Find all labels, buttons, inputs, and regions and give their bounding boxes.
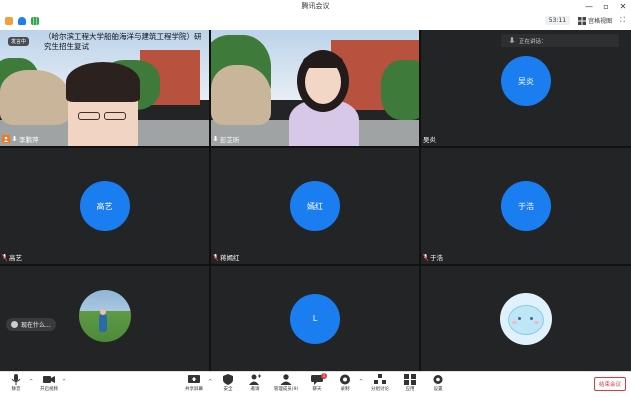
chat-preview-text: 现在什么... xyxy=(21,322,51,329)
apps-icon xyxy=(404,374,416,385)
security-button[interactable]: 安全 xyxy=(214,374,242,392)
video-feed xyxy=(211,30,419,146)
sender-avatar xyxy=(11,321,18,328)
start-video-button[interactable]: 开启视频 xyxy=(35,374,63,392)
meeting-header: 53:11 宫格视图 ⛶ xyxy=(0,14,631,30)
mute-button[interactable]: 静音 xyxy=(2,374,30,392)
record-options-chevron-icon[interactable]: ^ xyxy=(359,379,363,385)
avatar: 嫣红 xyxy=(290,181,340,231)
maximize-button[interactable]: ▫ xyxy=(602,0,610,14)
host-icon xyxy=(2,135,10,143)
talking-badge: 发言中 xyxy=(8,37,30,46)
video-options-chevron-icon[interactable]: ^ xyxy=(62,379,66,385)
participant-tile[interactable]: 发言中 （哈尔滨工程大学船舶海洋与建筑工程学院）研究生招生复试 李鹏萍 xyxy=(0,30,209,146)
view-mode-label: 宫格视图 xyxy=(588,18,613,25)
avatar: L xyxy=(290,293,340,344)
shield-icon xyxy=(223,374,233,385)
participant-name-bar: 于浩 xyxy=(423,252,443,262)
participant-tile[interactable]: 彭芷昕 xyxy=(211,30,419,146)
share-screen-icon xyxy=(188,375,200,383)
shield-icon[interactable] xyxy=(18,17,26,25)
fullscreen-icon[interactable]: ⛶ xyxy=(620,16,625,25)
microphone-muted-icon xyxy=(2,253,7,261)
share-screen-button[interactable]: 共享屏幕 xyxy=(180,374,208,392)
avatar: 高艺 xyxy=(79,181,130,231)
microphone-icon xyxy=(509,37,515,43)
participant-name: 李鹏萍 xyxy=(19,136,39,144)
participant-name-bar: 李鹏萍 xyxy=(2,134,39,144)
participant-name: 高艺 xyxy=(9,254,22,262)
speaking-indicator: 正在讲话： xyxy=(501,34,619,47)
meeting-timer: 53:11 xyxy=(544,16,571,25)
record-button[interactable]: 录制 xyxy=(331,374,359,392)
participant-tile[interactable]: 高艺 高艺 xyxy=(0,148,209,264)
participant-name-bar: 彭芷昕 xyxy=(213,134,240,144)
view-mode-button[interactable]: 宫格视图 xyxy=(578,16,612,25)
signal-icon xyxy=(31,17,39,25)
meeting-toolbar: 静音 ^ 开启视频 ^ 共享屏幕 ^ 安全 邀请 管理成员(9) 1 聊天 录制… xyxy=(0,371,631,397)
microphone-icon xyxy=(11,374,21,385)
audio-options-chevron-icon[interactable]: ^ xyxy=(29,379,33,385)
microphone-icon xyxy=(12,135,17,141)
chat-preview[interactable]: 现在什么... xyxy=(6,318,56,331)
meeting-window: 腾讯会议 — ▫ ✕ 53:11 宫格视图 ⛶ 发言中 （哈尔滨工程大学船舶海洋… xyxy=(0,0,631,397)
end-meeting-button[interactable]: 结束会议 xyxy=(593,377,626,391)
title-bar: 腾讯会议 — ▫ ✕ xyxy=(0,0,631,14)
video-grid: 发言中 （哈尔滨工程大学船舶海洋与建筑工程学院）研究生招生复试 李鹏萍 彭芷昕 … xyxy=(0,30,631,371)
participant-name-bar: 高艺 xyxy=(2,252,22,262)
participant-tile[interactable] xyxy=(421,266,631,371)
profile-photo xyxy=(78,290,131,343)
avatar: 吴炎 xyxy=(501,56,551,107)
participant-tile[interactable]: 正在讲话： 吴炎 吴炎 xyxy=(421,30,631,146)
chat-unread-badge: 1 xyxy=(321,373,327,379)
participant-tile[interactable]: 嫣红 蒋嫣红 xyxy=(211,148,419,264)
participant-name: 蒋嫣红 xyxy=(220,254,240,262)
apps-button[interactable]: 应用 xyxy=(396,374,424,392)
speaking-label: 正在讲话： xyxy=(519,38,547,45)
participant-name: 于浩 xyxy=(430,254,443,262)
window-title: 腾讯会议 xyxy=(301,2,330,10)
gear-icon xyxy=(433,375,443,384)
participant-name: 彭芷昕 xyxy=(220,136,240,144)
participant-name-bar: 蒋嫣红 xyxy=(213,252,240,262)
manage-members-button[interactable]: 管理成员(9) xyxy=(272,374,300,392)
avatar: 于浩 xyxy=(501,181,551,231)
participant-name: 吴炎 xyxy=(423,136,436,144)
members-icon xyxy=(280,374,292,385)
invite-icon xyxy=(249,374,261,385)
chat-button[interactable]: 1 聊天 xyxy=(303,373,331,392)
breakout-icon xyxy=(374,374,386,384)
minimize-button[interactable]: — xyxy=(585,0,593,14)
participant-name-bar: 吴炎 xyxy=(423,134,436,144)
grid-view-icon xyxy=(578,16,587,25)
share-options-chevron-icon[interactable]: ^ xyxy=(208,379,212,385)
participant-tile[interactable]: L xyxy=(211,266,419,371)
record-icon xyxy=(340,374,350,385)
invite-button[interactable]: 邀请 xyxy=(241,374,269,392)
virtual-background-text: （哈尔滨工程大学船舶海洋与建筑工程学院）研究生招生复试 xyxy=(44,32,202,51)
microphone-muted-icon xyxy=(423,253,428,261)
microphone-muted-icon xyxy=(213,253,218,261)
video-camera-icon xyxy=(43,376,55,383)
info-icon[interactable] xyxy=(5,17,13,25)
close-button[interactable]: ✕ xyxy=(619,0,627,14)
settings-button[interactable]: 设置 xyxy=(424,374,452,392)
breakout-rooms-button[interactable]: 分组讨论 xyxy=(366,374,394,392)
profile-photo xyxy=(500,292,552,345)
microphone-icon xyxy=(213,135,218,141)
participant-tile[interactable]: 现在什么... xyxy=(0,266,209,371)
participant-tile[interactable]: 于浩 于浩 xyxy=(421,148,631,264)
